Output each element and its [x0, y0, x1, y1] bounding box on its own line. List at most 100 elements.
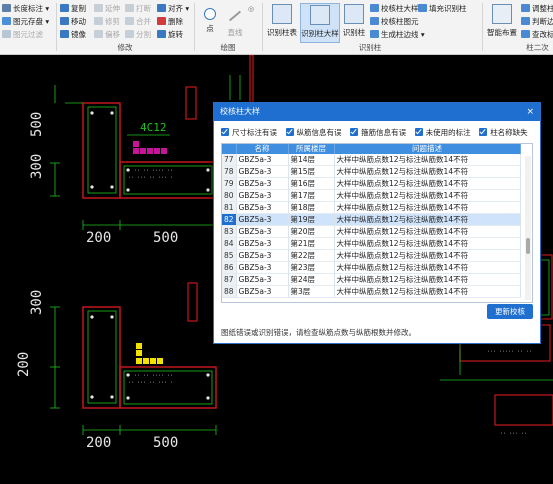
cell-name: GBZ5a-3 [236, 189, 289, 202]
ruler-icon [2, 4, 11, 12]
table-row[interactable]: 85 GBZ5a-3 第22层 大样中纵筋点数12与标注纵筋数14不符 [222, 249, 521, 262]
filter-missing-name[interactable]: 柱名称缺失 [479, 127, 528, 139]
close-icon[interactable]: × [526, 103, 534, 121]
cell-index: 78 [222, 165, 237, 178]
filter-checkbox-row: 尺寸标注有误 纵筋信息有误 箍筋信息有误 未使用的标注 柱名称缺失 [221, 127, 534, 139]
table-row[interactable]: 78 GBZ5a-3 第15层 大样中纵筋点数12与标注纵筋数14不符 [222, 165, 521, 178]
cell-desc: 大样中纵筋点数12与标注纵筋数14不符 [334, 225, 521, 238]
copy-button[interactable]: 复制 [60, 3, 86, 15]
cell-name: GBZ5a-3 [236, 201, 289, 214]
merge-icon [125, 17, 134, 25]
judge-edge-button[interactable]: 判断边 [521, 16, 553, 28]
dim-200-upper: 200 [86, 230, 111, 246]
cell-desc: 大样中纵筋点数12与标注纵筋数14不符 [334, 177, 521, 190]
table-row[interactable]: 86 GBZ5a-3 第23层 大样中纵筋点数12与标注纵筋数14不符 [222, 261, 521, 274]
cell-name: GBZ5a-3 [236, 237, 289, 250]
element-filter-button[interactable]: 图元过滤 [2, 29, 43, 41]
edge-icon [370, 30, 379, 38]
offset-button[interactable]: 偏移 [94, 29, 120, 41]
recog-column-button[interactable]: 识别柱 [341, 3, 367, 41]
dim-300-top: 500 [29, 112, 45, 137]
break-button[interactable]: 打断 [125, 3, 151, 15]
draw-more-icon[interactable]: ◎ [248, 3, 254, 15]
filter-stirrup-error[interactable]: 箍筋信息有误 [350, 127, 406, 139]
save-element-icon [2, 17, 11, 25]
table-row[interactable]: 84 GBZ5a-3 第21层 大样中纵筋点数12与标注纵筋数14不符 [222, 237, 521, 250]
smart-layout-button[interactable]: 智能布置 [485, 3, 519, 41]
cell-name: GBZ5a-3 [236, 177, 289, 190]
rebar-label: 4C12 [140, 121, 167, 134]
table-row[interactable]: 88 GBZ5a-3 第3层 大样中纵筋点数12与标注纵筋数14不符 [222, 285, 521, 298]
vertical-scrollbar[interactable] [525, 156, 531, 300]
extend-button[interactable]: 延伸 [94, 3, 120, 15]
cell-floor: 第24层 [288, 273, 335, 286]
filter-unused-label[interactable]: 未使用的标注 [414, 127, 471, 139]
cell-floor: 第18层 [288, 201, 335, 214]
table-row[interactable]: 87 GBZ5a-3 第24层 大样中纵筋点数12与标注纵筋数14不符 [222, 273, 521, 286]
table-row[interactable]: 77 GBZ5a-3 第14层 大样中纵筋点数12与标注纵筋数14不符 [222, 154, 521, 166]
cell-desc: 大样中纵筋点数12与标注纵筋数14不符 [334, 201, 521, 214]
cell-name: GBZ5a-3 [236, 225, 289, 238]
cell-desc: 大样中纵筋点数12与标注纵筋数14不符 [334, 285, 521, 298]
split-button[interactable]: 分割 [125, 29, 151, 41]
col-desc-header[interactable]: 问题描述 [334, 144, 521, 154]
filter-dimension-error[interactable]: 尺寸标注有误 [221, 127, 277, 139]
table-row[interactable]: 83 GBZ5a-3 第20层 大样中纵筋点数12与标注纵筋数14不符 [222, 225, 521, 238]
recog-column-detail-button[interactable]: 识别柱大样 [300, 3, 340, 43]
trim-button[interactable]: 修剪 [94, 16, 120, 28]
extend-icon [94, 4, 103, 12]
checkbox-checked-icon [479, 128, 488, 136]
check-element-button[interactable]: 校核柱图元 [370, 16, 419, 28]
rotate-button[interactable]: 旋转 [157, 29, 183, 41]
dim-500-lower: 500 [153, 435, 178, 451]
filter-longitudinal-error[interactable]: 纵筋信息有误 [285, 127, 342, 139]
gen-edge-button[interactable]: 生成柱边线 ▾ [370, 29, 425, 41]
point-button[interactable]: 点 [199, 3, 221, 41]
table-row[interactable]: 79 GBZ5a-3 第16层 大样中纵筋点数12与标注纵筋数14不符 [222, 177, 521, 190]
cell-index: 82 [222, 213, 237, 226]
cell-desc: 大样中纵筋点数12与标注纵筋数14不符 [334, 237, 521, 250]
table-row[interactable]: 80 GBZ5a-3 第17层 大样中纵筋点数12与标注纵筋数14不符 [222, 189, 521, 202]
dialog-title-bar[interactable]: 校核柱大样 × [214, 103, 540, 121]
check-label-button[interactable]: 查改标 [521, 29, 553, 41]
align-button[interactable]: 对齐 ▾ [157, 3, 189, 15]
align-icon [157, 4, 166, 12]
trim-icon [94, 17, 103, 25]
adjust-column-button[interactable]: 调整柱 [521, 3, 553, 15]
cell-desc: 大样中纵筋点数12与标注纵筋数14不符 [334, 189, 521, 202]
line-button[interactable]: 直线 [224, 3, 246, 41]
checkbox-checked-icon [350, 128, 359, 136]
col-index-header [222, 144, 237, 154]
merge-button[interactable]: 合并 [125, 16, 151, 28]
mirror-button[interactable]: 镜像 [60, 29, 86, 41]
filter-icon [2, 30, 11, 38]
recog-column-table-button[interactable]: 识别柱表 [266, 3, 298, 41]
cell-name: GBZ5a-3 [236, 165, 289, 178]
col-floor-header[interactable]: 所属楼层 [288, 144, 335, 154]
scrollbar-thumb[interactable] [526, 238, 530, 254]
check-detail-icon [370, 4, 379, 12]
cell-floor: 第19层 [288, 213, 335, 226]
issues-table: 名称 所属楼层 问题描述 77 GBZ5a-3 第14层 大样中纵筋点数12与标注纵筋… [221, 143, 533, 303]
smart-layout-icon [492, 4, 512, 24]
svg-text:··· ····· ·· ··: ··· ····· ·· ·· [487, 349, 532, 355]
cell-name: GBZ5a-3 [236, 213, 289, 226]
checkbox-checked-icon [285, 128, 294, 136]
cell-name: GBZ5a-3 [236, 273, 289, 286]
cell-index: 84 [222, 237, 237, 250]
column-detail-icon [310, 5, 330, 25]
cell-name: GBZ5a-3 [236, 261, 289, 274]
cell-index: 80 [222, 189, 237, 202]
refresh-check-button[interactable]: 更新校核 [487, 304, 533, 319]
delete-button[interactable]: 删除 [157, 16, 183, 28]
check-detail-button[interactable]: 校核柱大样 [370, 3, 419, 15]
cell-desc: 大样中纵筋点数12与标注纵筋数14不符 [334, 165, 521, 178]
length-dim-button[interactable]: 长度标注 ▾ [2, 3, 49, 15]
fill-recog-button[interactable]: 填充识别柱 [418, 3, 467, 15]
move-button[interactable]: 移动 [60, 16, 86, 28]
table-row[interactable]: 81 GBZ5a-3 第18层 大样中纵筋点数12与标注纵筋数14不符 [222, 201, 521, 214]
table-row[interactable]: 82 GBZ5a-3 第19层 大样中纵筋点数12与标注纵筋数14不符 [222, 213, 521, 226]
cell-floor: 第3层 [288, 285, 335, 298]
col-name-header[interactable]: 名称 [236, 144, 289, 154]
save-element-button[interactable]: 图元存盘 ▾ [2, 16, 49, 28]
